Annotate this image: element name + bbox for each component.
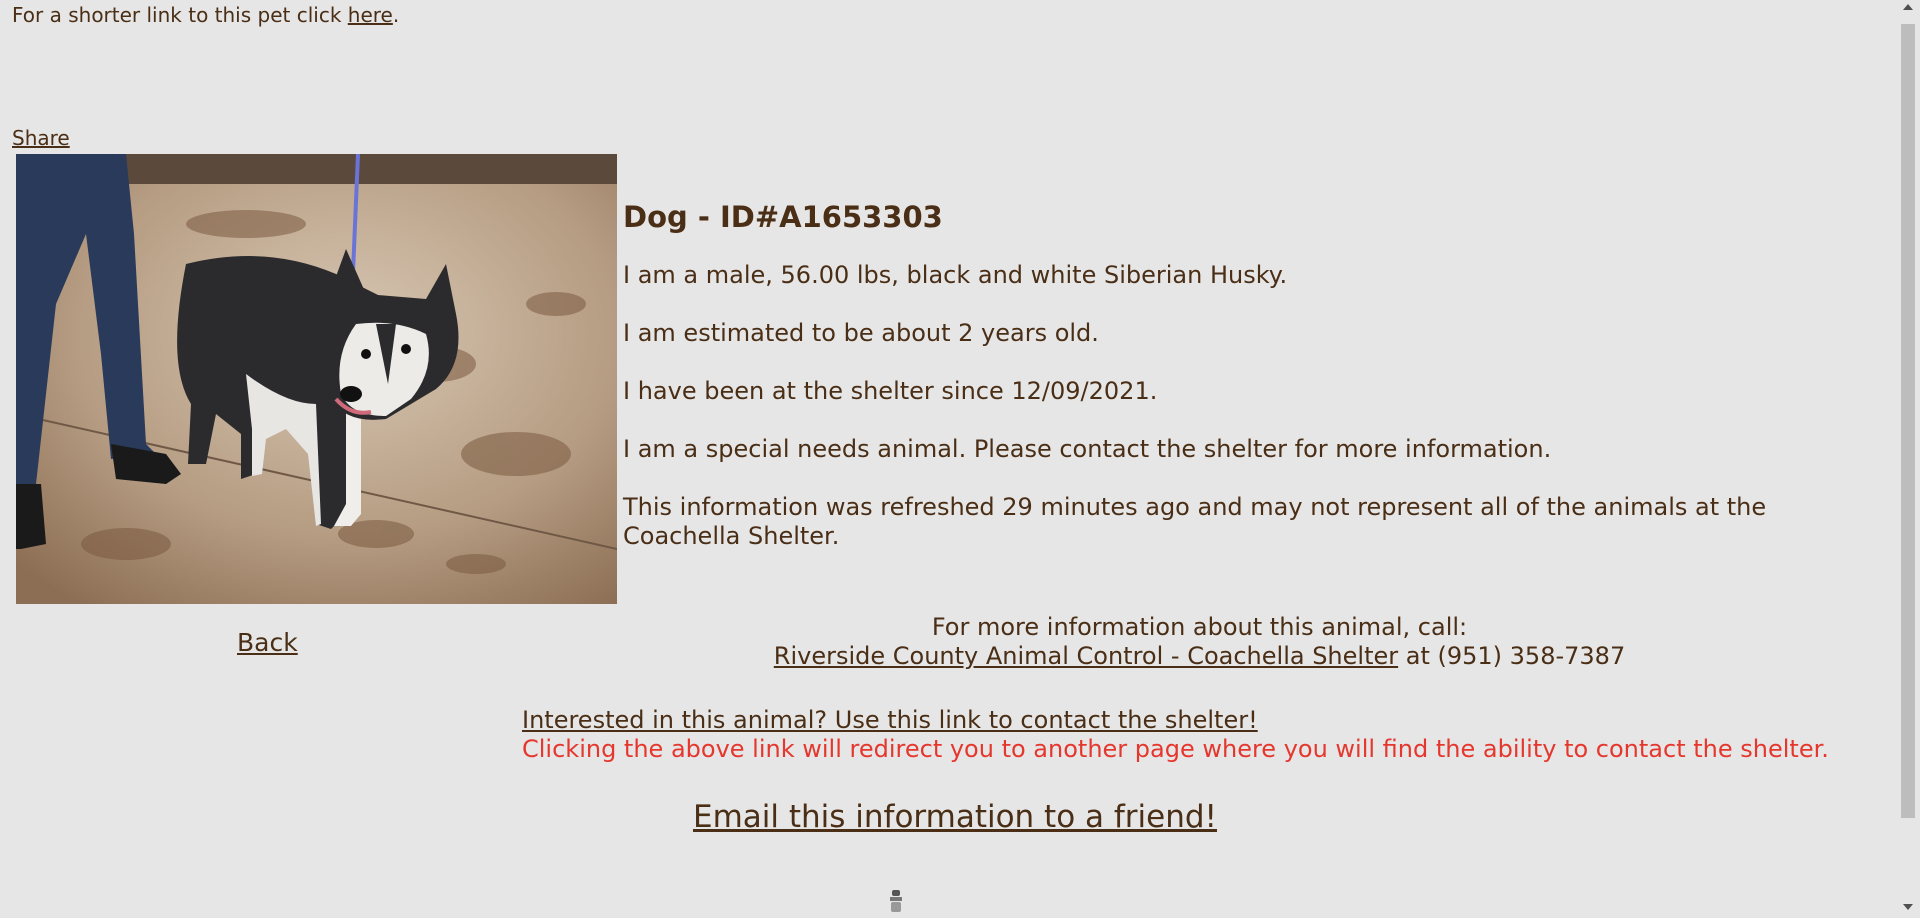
contact-block: For more information about this animal, … [623,613,1776,671]
redirect-warning: Clicking the above link will redirect yo… [522,735,1829,763]
shelter-link[interactable]: Riverside County Animal Control - Coache… [774,642,1398,670]
short-link-line: For a shorter link to this pet click her… [12,3,399,27]
animal-age: I am estimated to be about 2 years old. [623,319,1099,347]
contact-shelter-link[interactable]: Interested in this animal? Use this link… [522,706,1258,734]
animal-title: Dog - ID#A1653303 [623,200,943,234]
short-link-here[interactable]: here [348,3,393,27]
refresh-note: This information was refreshed 29 minute… [623,493,1767,550]
animal-intake-date: I have been at the shelter since 12/09/2… [623,377,1158,405]
interest-block: Interested in this animal? Use this link… [522,706,1829,764]
animal-details: Dog - ID#A1653303 I am a male, 56.00 lbs… [623,200,1853,580]
back-link[interactable]: Back [237,628,298,658]
shelter-phone: at (951) 358-7387 [1398,642,1626,670]
share-link[interactable]: Share [12,126,70,150]
dog-photo-icon [16,154,617,604]
vertical-scrollbar[interactable] [1896,0,1920,914]
scroll-down-arrow-icon[interactable] [1903,904,1913,910]
loading-spinner-icon [888,888,904,914]
contact-line: Riverside County Animal Control - Coache… [623,642,1776,671]
email-friend-link[interactable]: Email this information to a friend! [693,798,1217,836]
animal-special-needs: I am a special needs animal. Please cont… [623,435,1552,463]
contact-prompt: For more information about this animal, … [931,613,1468,641]
animal-description: I am a male, 56.00 lbs, black and white … [623,261,1288,289]
scroll-thumb[interactable] [1901,24,1915,818]
short-link-suffix: . [392,3,400,27]
short-link-prefix: For a shorter link to this pet click [12,3,348,27]
pet-photo [16,154,617,604]
scroll-up-arrow-icon[interactable] [1903,4,1913,10]
